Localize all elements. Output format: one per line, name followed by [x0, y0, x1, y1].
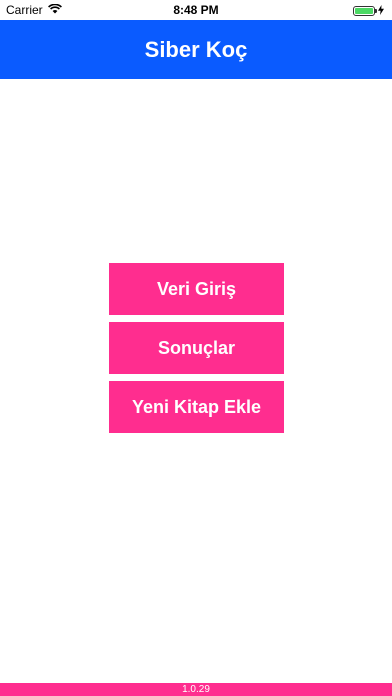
battery-icon	[353, 6, 377, 16]
version-label: 1.0.29	[182, 684, 210, 695]
status-time: 8:48 PM	[173, 3, 219, 17]
footer-bar: 1.0.29	[0, 683, 392, 696]
battery-level-fill	[355, 8, 373, 14]
sonuclar-button[interactable]: Sonuçlar	[109, 322, 284, 374]
navigation-bar: Siber Koç	[0, 20, 392, 79]
yeni-kitap-ekle-button[interactable]: Yeni Kitap Ekle	[109, 381, 284, 433]
status-right	[353, 4, 384, 18]
page-title: Siber Koç	[144, 36, 248, 62]
charging-icon	[378, 4, 384, 18]
main-menu: Veri Giriş Sonuçlar Yeni Kitap Ekle	[109, 263, 284, 440]
status-bar: Carrier 8:48 PM	[0, 0, 392, 20]
veri-giris-button[interactable]: Veri Giriş	[109, 263, 284, 315]
